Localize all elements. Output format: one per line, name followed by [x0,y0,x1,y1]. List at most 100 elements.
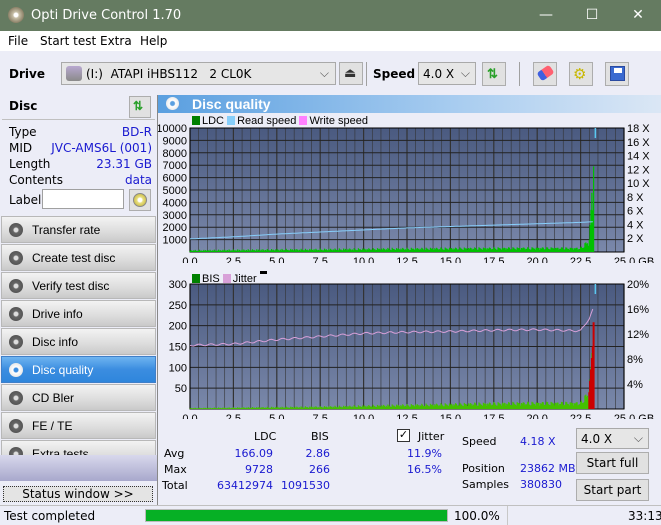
x-tick-label: 10.0 [353,256,374,263]
y-tick-label: 200 [169,321,187,333]
y2-tick-label: 12% [627,329,649,341]
menu-start-test[interactable]: Start test [40,34,96,48]
erase-button[interactable] [533,62,557,86]
maximize-button[interactable]: ☐ [569,0,615,31]
avg-ldc: 166.09 [234,447,274,460]
disc-refresh-button[interactable]: ⇅ [129,96,151,118]
nav-transfer-rate[interactable]: Transfer rate [1,216,156,243]
status-divider [507,506,508,525]
y2-tick-label: 14 X [627,151,650,163]
speed-stat-value: 4.18 X [520,435,556,448]
nav-label: Drive info [32,307,83,321]
test-speed-select[interactable]: 4.0 X ⌵ [576,428,649,449]
status-text: Test completed [4,509,96,523]
status-window-button[interactable]: Status window >> [3,486,153,502]
length-value: 23.31 GB [96,157,152,171]
y-tick-label: 50 [175,383,187,395]
label-disc-button[interactable] [129,189,151,211]
menu-help[interactable]: Help [140,34,167,48]
y-tick-label: 8000 [163,148,187,160]
label-input[interactable] [42,189,124,209]
test-speed-value: 4.0 X [581,432,613,446]
disc-test-icon [9,223,23,237]
speed-value: 4.0 X [423,67,455,81]
drive-value: (I:) ATAPI iHBS112 2 CL0K [86,67,252,81]
y-tick-label: 10000 [158,123,187,135]
ldc-chart: 1000090008000700060005000400030002000100… [158,123,654,263]
y-tick-label: 7000 [163,160,187,172]
total-bis: 1091530 [281,479,330,492]
disc-test-icon [9,279,23,293]
disc-test-icon [9,251,23,265]
y2-tick-label: 8% [627,354,643,366]
jitter-checkbox[interactable]: ✓ [397,429,410,442]
refresh-arrows-icon: ⇅ [487,66,498,81]
disc-info-box: Disc ⇅ Type BD-R MID JVC-AMS6L (001) Lengt… [2,95,155,215]
bis-chart: 300 250 200 150 100 50 20% 16% 12% 8% 4% 0.0 2.5 5.0 7… [169,279,655,419]
disc-contents-row: Contents data [9,173,152,187]
y-tick-label: 3000 [163,210,187,222]
left-panel: Disc ⇅ Type BD-R MID JVC-AMS6L (001) Lengt… [0,95,157,505]
y2-tick-label: 12 X [627,164,650,176]
eject-button[interactable]: ⏏ [339,62,363,85]
nav-drive-info[interactable]: Drive info [1,300,156,327]
position-value: 23862 MB [520,462,576,475]
minimize-button[interactable]: — [523,0,569,31]
nav-disc-info[interactable]: Disc info [1,328,156,355]
nav-label: Disc quality [32,363,94,377]
toolbar-separator [366,62,367,86]
nav-cd-bler[interactable]: CD Bler [1,384,156,411]
disc-test-icon [9,419,23,433]
type-value: BD-R [121,125,152,139]
panel-title: Disc quality [192,96,271,112]
x-tick-label: 5.0 [269,413,284,419]
y2-tick-label: 20% [627,279,649,291]
start-full-button[interactable]: Start full [576,452,649,474]
nav-fe-te[interactable]: FE / TE [1,412,156,439]
y2-tick-label: 10 X [627,178,650,190]
x-tick-label: 15.0 [440,256,461,263]
drive-select[interactable]: (I:) ATAPI iHBS112 2 CL0K ⌵ [61,62,336,85]
menu-extra[interactable]: Extra [100,34,132,48]
start-part-button[interactable]: Start part [576,479,649,501]
disc-test-icon [9,363,23,377]
nav-disc-quality[interactable]: Disc quality [1,356,156,383]
y-tick-label: 1000 [163,235,187,247]
nav-verify-test-disc[interactable]: Verify test disc [1,272,156,299]
y-tick-label: 150 [169,342,187,354]
cd-icon [133,193,147,207]
nav-label: FE / TE [32,419,73,433]
settings-button[interactable]: ⚙ [569,62,593,86]
disc-quality-icon [166,97,179,110]
x-tick-label: 15.0 [440,413,461,419]
y-tick-label: 100 [169,362,187,374]
length-label: Length [9,157,51,171]
x-tick-label: 7.5 [313,413,328,419]
nav-create-test-disc[interactable]: Create test disc [1,244,156,271]
position-label: Position [462,462,505,475]
toolbar-separator [519,62,520,86]
x-tick-label: 12.5 [396,413,417,419]
x-tick-label: 12.5 [396,256,417,263]
speed-select[interactable]: 4.0 X ⌵ [418,62,476,85]
disc-mid-row: MID JVC-AMS6L (001) [9,141,152,155]
refresh-button[interactable]: ⇅ [482,62,506,86]
y2-tick-label: 16 X [627,137,650,149]
y2-tick-label: 8 X [627,192,644,204]
menu-file[interactable]: File [8,34,28,48]
max-label: Max [164,463,187,476]
total-ldc: 63412974 [217,479,273,492]
disc-test-icon [9,307,23,321]
total-label: Total [162,479,188,492]
drive-icon [66,66,82,81]
x-tick-label: 20.0 [526,256,547,263]
save-button[interactable] [605,62,629,86]
eject-icon: ⏏ [344,65,357,80]
refresh-arrows-icon: ⇅ [133,99,144,113]
max-ldc: 9728 [245,463,273,476]
eraser-icon [536,64,555,82]
max-jitter: 16.5% [407,463,442,476]
disc-quality-panel: Disc quality LDC Read speed Write speed … [157,95,661,505]
nav-label: Create test disc [32,251,116,265]
close-button[interactable]: ✕ [615,0,661,31]
